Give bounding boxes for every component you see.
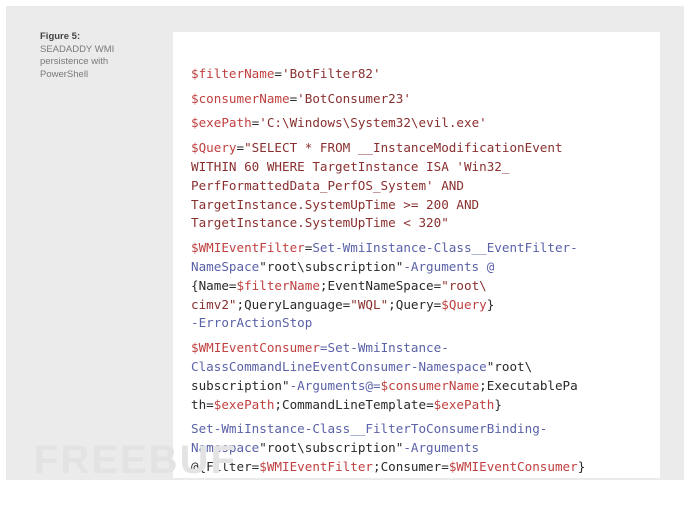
code-block: $filterName='BotFilter82' $consumerName='… — [191, 46, 656, 520]
code-panel: $filterName='BotFilter82' $consumerName='… — [173, 32, 660, 478]
document-page: Figure 5: SEADADDY WMI persistence with … — [6, 6, 684, 482]
code-line-exe-path: $exePath='C:\Windows\System32\evil.exe' — [191, 115, 487, 131]
code-line-binding: Set-WmiInstance-Class__FilterToConsumerB… — [191, 421, 586, 474]
figure-caption-text: SEADADDY WMI persistence with PowerShell — [40, 43, 115, 80]
code-line-event-consumer: $WMIEventConsumer=Set-WmiInstance- Class… — [191, 340, 578, 412]
figure-label: Figure 5: — [40, 31, 81, 42]
figure-caption: Figure 5: SEADADDY WMI persistence with … — [40, 31, 150, 81]
code-line-consumer-name: $consumerName='BotConsumer23' — [191, 90, 411, 106]
code-line-event-filter: $WMIEventFilter=Set-WmiInstance-Class__E… — [191, 240, 578, 331]
code-line-query: $Query="SELECT * FROM __InstanceModifica… — [191, 140, 563, 231]
code-line-filter-name: $filterName='BotFilter82' — [191, 65, 381, 81]
watermark-logo: FREEBUF — [34, 438, 237, 482]
